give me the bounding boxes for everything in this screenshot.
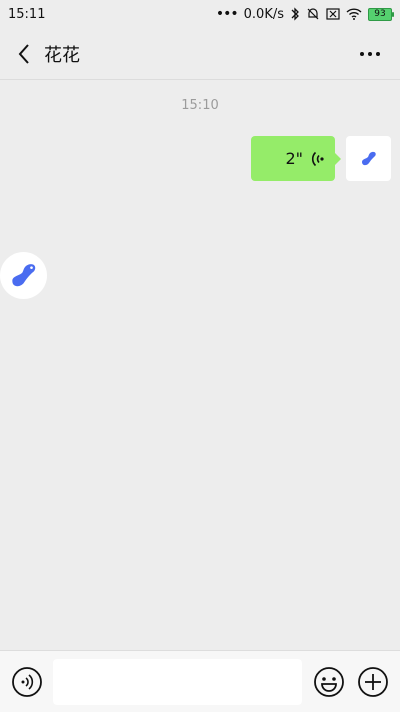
back-button[interactable]	[4, 28, 44, 80]
input-bar	[0, 650, 400, 712]
status-time: 15:11	[8, 6, 46, 22]
my-avatar[interactable]	[346, 136, 391, 181]
voice-message-bubble[interactable]: 2"	[251, 136, 341, 181]
mute-icon	[306, 7, 320, 21]
more-dots-icon	[359, 51, 381, 57]
status-icons: ••• 0.0K/s 93	[215, 6, 394, 22]
emoji-icon	[313, 666, 345, 698]
battery-icon: 93	[368, 7, 394, 21]
message-timestamp: 15:10	[181, 98, 219, 113]
chat-header: 花花	[0, 28, 400, 80]
bluetooth-icon	[290, 7, 300, 21]
wifi-icon	[346, 8, 362, 20]
plus-button[interactable]	[357, 666, 389, 698]
more-dots-icon: •••	[215, 6, 239, 22]
plus-icon	[357, 666, 389, 698]
network-speed: 0.0K/s	[243, 6, 284, 22]
status-bar: 15:11 ••• 0.0K/s 93	[0, 0, 400, 28]
voice-toggle-icon	[11, 666, 43, 698]
chat-area[interactable]: 15:10 2"	[0, 80, 400, 650]
no-sim-icon	[326, 8, 340, 20]
emoji-button[interactable]	[313, 666, 345, 698]
back-arrow-icon	[17, 43, 31, 65]
more-button[interactable]	[358, 42, 382, 66]
message-input[interactable]	[53, 659, 302, 705]
avatar-blob-icon	[360, 150, 378, 168]
voice-toggle-button[interactable]	[11, 666, 43, 698]
voice-duration: 2"	[285, 149, 303, 168]
contact-avatar[interactable]	[0, 252, 47, 299]
voice-wave-icon	[309, 150, 325, 168]
avatar-blob-icon	[9, 261, 39, 291]
chat-title: 花花	[44, 44, 80, 66]
